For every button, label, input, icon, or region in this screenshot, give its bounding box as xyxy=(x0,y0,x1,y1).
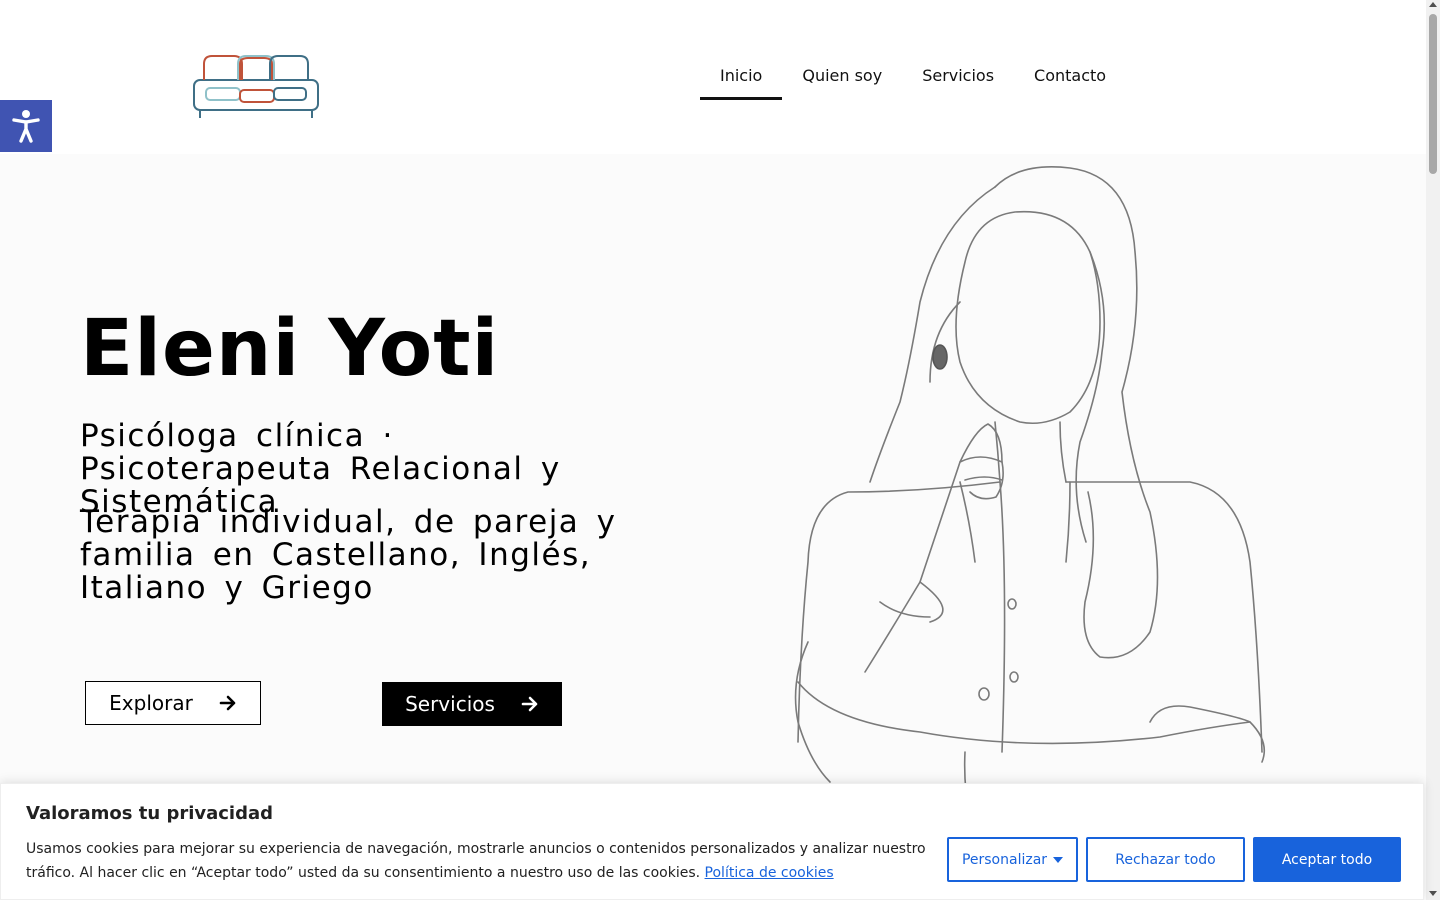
reject-all-button[interactable]: Rechazar todo xyxy=(1086,837,1245,882)
hero-name: Eleni Yoti xyxy=(80,304,500,394)
page-scrollbar[interactable] xyxy=(1426,0,1440,900)
scrollbar-thumb[interactable] xyxy=(1429,14,1437,174)
scroll-down-arrow-icon[interactable] xyxy=(1429,891,1437,896)
page: Inicio Quien soy Servicios Contacto Elen… xyxy=(0,0,1440,900)
cookie-banner: Valoramos tu privacidad Usamos cookies p… xyxy=(0,783,1424,900)
explore-button[interactable]: Explorar xyxy=(85,681,261,725)
explore-button-label: Explorar xyxy=(109,691,193,715)
woman-illustration xyxy=(794,166,1266,792)
arrow-right-icon xyxy=(521,696,538,712)
services-button[interactable]: Servicios xyxy=(382,682,562,726)
main-nav: Inicio Quien soy Servicios Contacto xyxy=(700,52,1126,100)
scroll-up-arrow-icon[interactable] xyxy=(1429,2,1437,7)
sofa-logo-icon[interactable] xyxy=(190,52,322,120)
cookie-policy-link[interactable]: Política de cookies xyxy=(705,865,834,881)
nav-item-contacto[interactable]: Contacto xyxy=(1014,52,1126,100)
services-button-label: Servicios xyxy=(405,692,495,716)
accept-all-button[interactable]: Aceptar todo xyxy=(1253,837,1401,882)
cookie-banner-text: Usamos cookies para mejorar su experienc… xyxy=(26,837,931,885)
caret-down-icon xyxy=(1053,856,1064,863)
nav-item-quien-soy[interactable]: Quien soy xyxy=(782,52,902,100)
arrow-right-icon xyxy=(219,695,236,711)
hero-description: Terapia individual, de pareja y familia … xyxy=(80,504,617,606)
site-header: Inicio Quien soy Servicios Contacto xyxy=(0,0,1426,154)
accessibility-person-icon xyxy=(12,110,40,143)
nav-item-inicio[interactable]: Inicio xyxy=(700,52,783,100)
cookie-banner-title: Valoramos tu privacidad xyxy=(26,803,274,824)
nav-item-servicios[interactable]: Servicios xyxy=(902,52,1014,100)
customize-button[interactable]: Personalizar xyxy=(947,837,1078,882)
customize-button-label: Personalizar xyxy=(961,851,1048,868)
accessibility-button[interactable] xyxy=(0,100,52,152)
